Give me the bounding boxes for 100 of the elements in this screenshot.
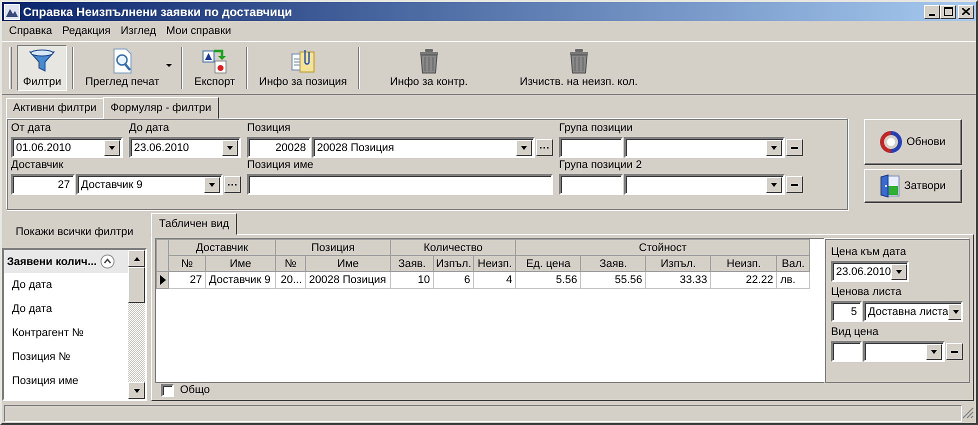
dropdown-button[interactable] [516,140,532,156]
combo-box[interactable] [624,174,785,195]
column-group-header: Стойност [516,240,810,256]
column-header[interactable]: № [168,256,206,272]
column-header[interactable]: № [276,256,306,272]
action-button[interactable]: Затвори [864,169,962,203]
trash-icon [568,48,590,74]
combo-box[interactable]: 20028 Позиция [312,137,535,158]
scroll-down-button[interactable] [128,382,145,399]
field-label: Доставчик [11,159,64,173]
table-cell: 22.22 [710,272,777,288]
date-field[interactable]: 23.06.2010 [831,261,909,282]
clear-button[interactable] [786,139,803,156]
column-header[interactable]: Изпъл. [646,256,711,272]
toolbar-button[interactable]: Инфо за контр. [365,45,493,91]
column-header[interactable]: Изпъл. [434,256,474,272]
close-button[interactable] [958,4,974,18]
clear-button[interactable] [786,176,803,193]
code-field[interactable] [559,137,623,158]
row-pointer-icon [160,275,166,285]
table-cell: 33.33 [646,272,711,288]
row-header[interactable] [156,272,168,288]
tab[interactable]: Формуляр - филтри [102,97,220,119]
scroll-up-button[interactable] [128,250,145,267]
table-cell: 27 [168,272,206,288]
field-label: Група позиции [559,122,634,136]
clear-button[interactable] [946,343,963,360]
refresh-icon [880,131,902,153]
code-field[interactable] [559,174,623,195]
toolbar-button[interactable]: Преглед печат [79,45,176,91]
close-icon [962,8,970,15]
dropdown-button[interactable] [926,344,942,360]
tab[interactable]: Активни филтри [6,98,104,118]
menu-item[interactable]: Редакция [57,25,116,37]
dropdown-button[interactable] [104,140,120,156]
table-cell: 10 [390,272,434,288]
scroll-thumb[interactable] [128,267,145,303]
table-cell: 20... [276,272,306,288]
dropdown-button[interactable] [766,176,782,192]
collapse-icon[interactable] [100,254,115,269]
date-field[interactable]: 23.06.2010 [129,137,241,158]
field-label: Група позиции 2 [559,159,643,173]
table-cell: 20028 Позиция [306,272,390,288]
table-cell: 6 [434,272,474,288]
dropdown-button[interactable] [766,140,782,156]
action-button[interactable]: Обнови [864,119,962,165]
toolbar-button[interactable]: Експорт [188,45,242,91]
menu-item[interactable]: Мои справки [161,25,236,37]
list-item[interactable]: Позиция № [4,345,128,369]
column-header[interactable]: Ед. цена [516,256,581,272]
toolbar-button[interactable]: Инфо за позиция [253,45,354,91]
list-item[interactable]: До дата [4,297,128,321]
table-cell: лв. [776,272,810,288]
input-field[interactable] [247,174,553,195]
dropdown-button[interactable] [204,176,220,192]
ellipsis-button[interactable] [536,139,553,156]
trash-icon [418,48,440,74]
combo-box[interactable]: Доставна листа [863,301,963,322]
dropdown-button[interactable] [891,264,907,280]
menu-item[interactable]: Изглед [116,25,162,37]
resize-grip-icon [962,407,974,419]
code-field[interactable]: 27 [11,174,75,195]
combo-box[interactable]: Доставчик 9 [76,174,223,195]
minimize-icon [929,14,935,16]
table-cell: 55.56 [580,272,646,288]
column-header[interactable]: Заяв. [390,256,434,272]
column-header[interactable]: Неизп. [474,256,516,272]
combo-box[interactable] [863,341,945,362]
list-item[interactable]: Позиция име [4,369,128,393]
checkbox[interactable] [161,384,174,396]
tab[interactable]: Табличен вид [151,213,238,235]
minimize-button[interactable] [924,4,940,18]
maximize-button[interactable] [940,4,956,18]
dropdown-button[interactable] [222,140,238,156]
code-field[interactable] [831,341,862,362]
list-item[interactable]: Контрагент № [4,321,128,345]
toolbar-button[interactable]: Филтри [17,45,68,91]
column-header[interactable]: Име [306,256,390,272]
date-field[interactable]: 01.06.2010 [11,137,123,158]
dropdown-button[interactable] [948,304,961,320]
field-label: Позиция [247,122,292,136]
field-label: От дата [11,122,52,136]
combo-box[interactable] [624,137,785,158]
list-item[interactable]: До дата [4,273,128,297]
show-all-filters-button[interactable]: Покажи всички филтри [2,215,147,248]
field-label: До дата [129,122,170,136]
column-header[interactable]: Име [206,256,276,272]
code-field[interactable]: 5 [831,301,862,322]
ellipsis-button[interactable] [224,176,241,193]
list-header: Заявени колич... [7,256,97,268]
column-group-header: Доставчик [168,240,276,256]
toolbar-button[interactable]: Изчиств. на неизп. кол. [494,45,663,91]
column-header[interactable]: Заяв. [580,256,646,272]
clipboard-icon [290,48,316,74]
scrollbar[interactable] [128,250,145,399]
field-label: Вид цена [831,326,880,340]
code-field[interactable]: 20028 [247,137,311,158]
column-header[interactable]: Вал. [776,256,810,272]
menu-item[interactable]: Справка [4,25,58,37]
column-header[interactable]: Неизп. [710,256,777,272]
